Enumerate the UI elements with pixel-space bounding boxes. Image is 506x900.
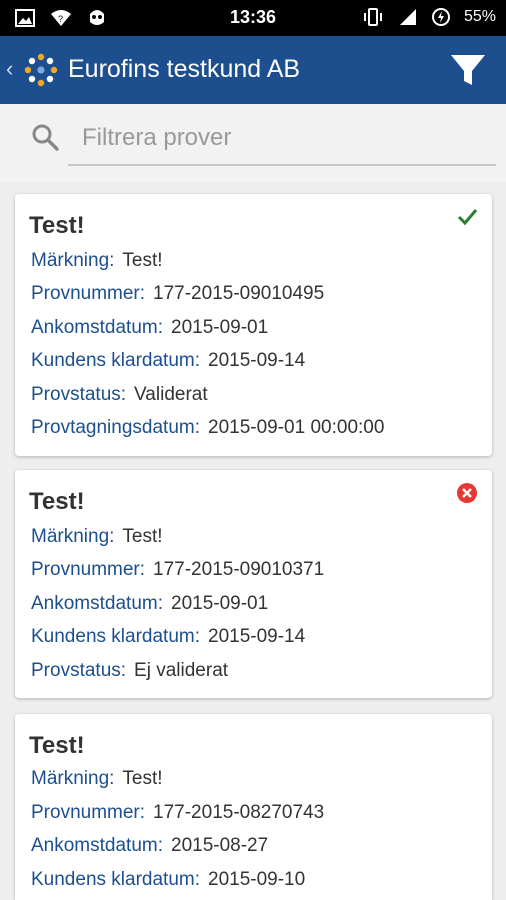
search-icon [32,124,59,151]
card-title: Test! [29,732,85,759]
app-title: Eurofins testkund AB [68,55,301,83]
app-bar: ‹ Eurofins testkund AB [0,36,506,104]
field-row: Provstatus: Ej validerat [31,660,229,681]
field-row: Provnummer: 177-2015-08270743 [31,802,325,823]
status-bar: ? 13:36 55% [0,0,506,36]
sample-card[interactable]: Test! Märkning: Test! Provnummer: 177-2015… [15,470,492,698]
field-row: Provstatus: Validerat [31,384,208,405]
field-row: Märkning: Test! [31,768,163,789]
error-icon [457,483,477,503]
field-row: Provnummer: 177-2015-09010371 [31,559,325,580]
vibrate-icon [363,8,382,26]
field-row: Märkning: Test! [31,526,163,547]
search-field [68,116,496,166]
sample-card[interactable]: Test! Märkning: Test! Provnummer: 177-2015… [15,194,492,456]
check-icon [457,209,478,226]
field-row: Märkning: Test! [31,250,163,271]
field-row: Provnummer: 177-2015-09010495 [31,283,325,304]
field-row: Kundens klardatum: 2015-09-14 [31,350,306,371]
card-title: Test! [29,212,85,239]
eurofins-logo-icon[interactable] [22,51,60,89]
filter-icon[interactable] [448,50,488,90]
battery-percentage: 55% [463,8,496,25]
field-row: Kundens klardatum: 2015-09-14 [31,626,306,647]
signal-icon [399,9,416,25]
field-row: Ankomstdatum: 2015-08-27 [31,835,269,856]
field-row: Kundens klardatum: 2015-09-10 [31,869,306,890]
search-bar [0,104,506,182]
sample-card[interactable]: Test! Märkning: Test! Provnummer: 177-2015… [15,714,492,900]
battery-saver-icon [431,8,450,26]
back-chevron-icon[interactable]: ‹ [6,56,13,82]
card-title: Test! [29,488,85,515]
field-row: Provtagningsdatum: 2015-09-01 00:00:00 [31,417,385,438]
search-input[interactable] [68,116,496,160]
field-row: Ankomstdatum: 2015-09-01 [31,317,269,338]
field-row: Ankomstdatum: 2015-09-01 [31,593,269,614]
